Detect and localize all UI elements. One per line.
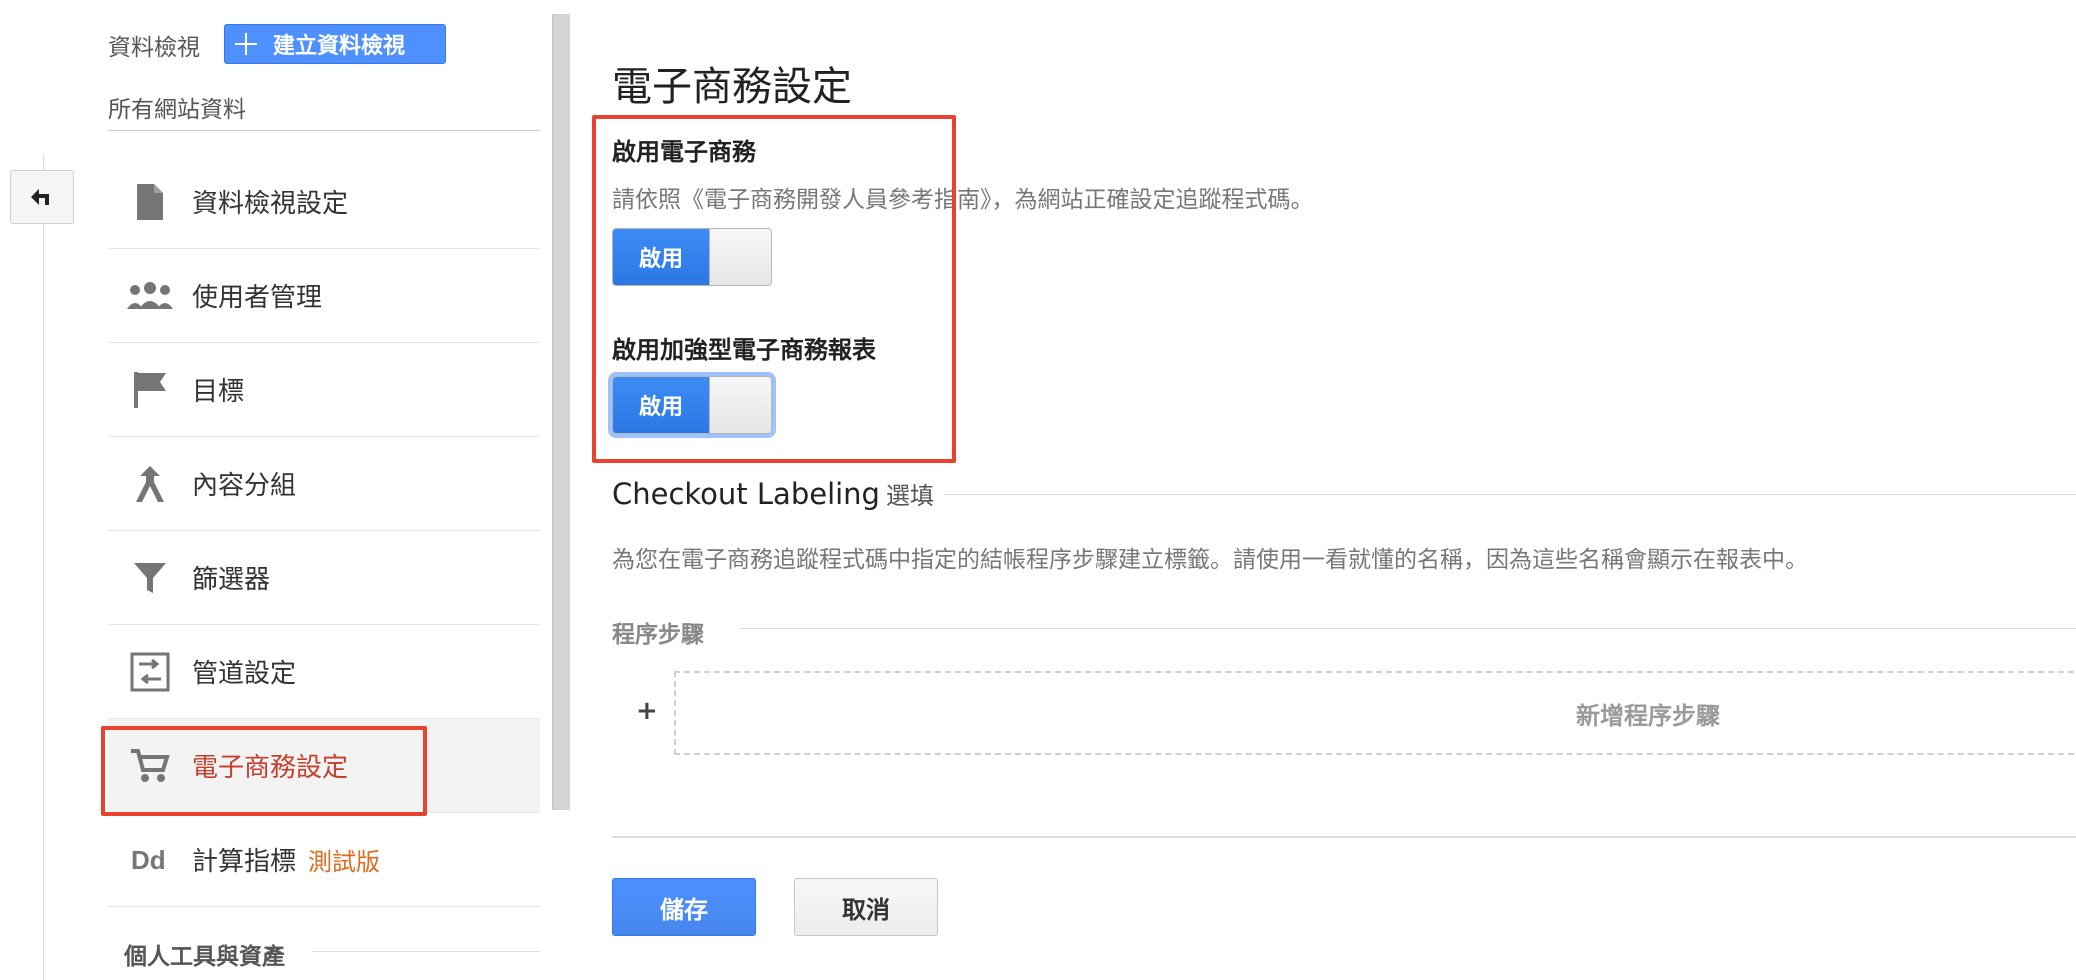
view-label: 資料檢視: [108, 35, 200, 61]
sidebar-item-label: 內容分組: [192, 471, 297, 501]
checkout-labeling-heading: Checkout Labeling: [612, 477, 880, 511]
sidebar-item-goals[interactable]: 目標: [108, 343, 540, 437]
divider: [108, 130, 540, 131]
document-icon: [108, 177, 192, 227]
view-name-selector[interactable]: 所有網站資料: [108, 90, 246, 124]
sidebar-rail: [43, 155, 44, 980]
ecommerce-section-title: 啟用電子商務: [612, 138, 756, 166]
toggle-on-label: 啟用: [613, 229, 709, 285]
sidebar-item-label: 篩選器: [192, 565, 271, 595]
page-title: 電子商務設定: [612, 64, 852, 110]
svg-text:Dd: Dd: [131, 845, 166, 875]
cancel-button[interactable]: 取消: [794, 878, 938, 936]
save-button[interactable]: 儲存: [612, 878, 756, 936]
calculated-metrics-icon: Dd: [108, 835, 192, 885]
users-icon: [108, 271, 192, 321]
back-button[interactable]: [10, 170, 74, 224]
sidebar-item-label: 使用者管理: [192, 283, 323, 313]
sidebar-item-view-settings[interactable]: 資料檢視設定: [108, 155, 540, 249]
toggle-knob: [709, 229, 771, 285]
beta-badge: 測試版: [308, 848, 381, 876]
enable-enhanced-ecommerce-toggle[interactable]: 啟用: [612, 376, 772, 434]
create-view-label: 建立資料檢視: [273, 34, 406, 59]
ecommerce-description: 請依照《電子商務開發人員參考指南》，為網站正確設定追蹤程式碼。: [612, 187, 1314, 213]
toggle-on-label: 啟用: [613, 377, 709, 433]
flag-icon: [108, 365, 192, 415]
sidebar-item-user-management[interactable]: 使用者管理: [108, 249, 540, 343]
channel-settings-icon: [108, 647, 192, 697]
create-view-button[interactable]: 建立資料檢視: [224, 24, 446, 64]
checkout-labeling-title: Checkout Labeling 選填: [612, 476, 934, 511]
toggle-knob: [709, 377, 771, 433]
plus-icon: [233, 31, 259, 57]
back-arrow-icon: [31, 189, 49, 205]
sidebar-item-calculated-metrics[interactable]: Dd 計算指標 測試版: [108, 813, 540, 907]
divider: [740, 628, 2076, 629]
content-grouping-icon: [108, 459, 192, 509]
sidebar-item-ecommerce-settings[interactable]: 電子商務設定: [108, 719, 540, 813]
sidebar-item-channel-settings[interactable]: 管道設定: [108, 625, 540, 719]
personal-tools-title: 個人工具與資產: [124, 944, 285, 970]
divider: [612, 836, 2076, 838]
optional-tag: 選填: [885, 482, 934, 510]
sidebar-item-label: 電子商務設定: [192, 753, 349, 783]
add-funnel-step-button[interactable]: 新增程序步驟: [674, 671, 2076, 755]
sidebar-item-label: 管道設定: [192, 659, 297, 689]
divider: [312, 951, 540, 952]
ga-ecommerce-settings-page: 資料檢視 建立資料檢視 所有網站資料 資料檢視設定 使用者管理 目標 內容分組: [0, 0, 2076, 980]
add-funnel-step-label: 新增程序步驟: [1576, 701, 1720, 730]
sidebar-item-filters[interactable]: 篩選器: [108, 531, 540, 625]
sidebar-scrollbar[interactable]: [552, 14, 570, 810]
filter-icon: [108, 553, 192, 603]
divider: [944, 494, 2076, 495]
cart-icon: [108, 741, 192, 791]
sidebar-item-content-grouping[interactable]: 內容分組: [108, 437, 540, 531]
sidebar-item-label: 資料檢視設定: [192, 189, 349, 219]
sidebar-item-label: 目標: [192, 377, 245, 407]
enhanced-ecommerce-title: 啟用加強型電子商務報表: [612, 336, 876, 364]
add-step-plus-icon[interactable]: +: [636, 696, 658, 726]
sidebar-item-label: 計算指標: [192, 847, 297, 877]
checkout-description: 為您在電子商務追蹤程式碼中指定的結帳程序步驟建立標籤。請使用一看就懂的名稱，因為…: [612, 547, 1808, 573]
funnel-steps-title: 程序步驟: [612, 622, 704, 648]
enable-ecommerce-toggle[interactable]: 啟用: [612, 228, 772, 286]
